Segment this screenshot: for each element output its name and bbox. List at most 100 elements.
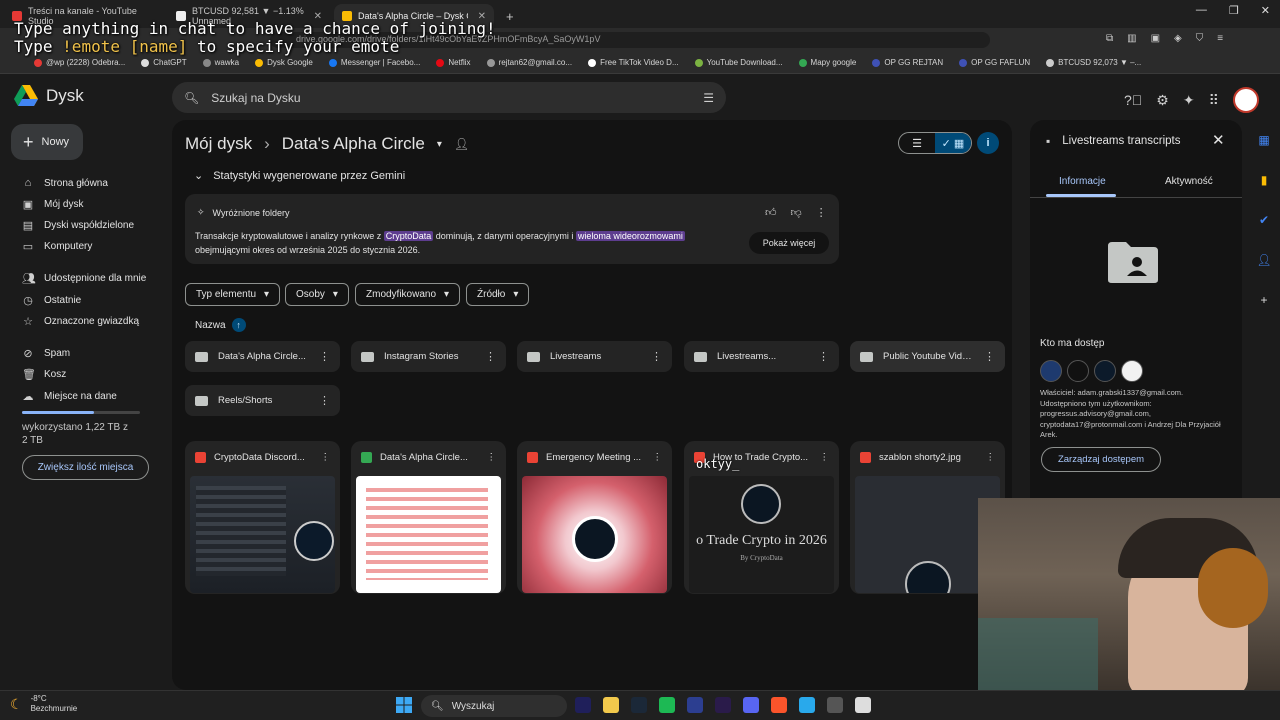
apps-grid-icon[interactable]: ⠿ — [1209, 92, 1219, 109]
help-icon[interactable]: ?⃝ — [1124, 92, 1142, 108]
breadcrumb-current-folder[interactable]: Data's Alpha Circle — [282, 134, 425, 154]
sidebar-icon[interactable]: ▥ — [1127, 33, 1136, 44]
nav-trash[interactable]: 🗑︎ Kosz — [22, 368, 66, 381]
maximize-icon[interactable]: ❐ — [1229, 4, 1239, 17]
bookmark[interactable]: BTCUSD 92,073 ▼ –... — [1046, 58, 1141, 67]
bookmark[interactable]: Netflix — [436, 58, 471, 67]
brave-icon[interactable] — [771, 697, 787, 713]
menu-icon[interactable]: ≡ — [1217, 33, 1223, 44]
premiere-icon[interactable] — [715, 697, 731, 713]
file-card[interactable]: How to Trade Crypto... ⋮ o Trade Crypto i… — [684, 441, 839, 594]
settings-icon[interactable]: ⚙ — [1156, 92, 1169, 109]
more-vert-icon[interactable]: ⋮ — [816, 206, 827, 219]
nav-starred[interactable]: ☆ Oznaczone gwiazdką — [22, 315, 139, 328]
search-input[interactable]: Szukaj na Dysku — [211, 91, 300, 105]
search-options-icon[interactable]: ☰ — [703, 91, 714, 105]
thumbs-down-icon[interactable]: 👎︎ — [791, 206, 802, 219]
bookmark[interactable]: ChatGPT — [141, 58, 187, 67]
nav-my-drive[interactable]: ▣ Mój dysk — [22, 198, 84, 211]
sort-by-name[interactable]: Nazwa ↑ — [195, 318, 246, 332]
avatar[interactable] — [1040, 360, 1062, 382]
search-box[interactable]: 🔍︎ Szukaj na Dysku ☰ — [172, 82, 726, 113]
folder-item[interactable]: Data's Alpha Circle... ⋮ — [185, 341, 340, 372]
wallet-icon[interactable]: ▣ — [1151, 33, 1160, 44]
weather-widget[interactable]: ☾ -8°C Bezchmurnie — [10, 694, 77, 714]
bookmark[interactable]: rejtan62@gmail.co... — [486, 58, 572, 67]
close-icon[interactable]: ✕ — [1212, 131, 1225, 149]
bookmark[interactable]: OP GG REJTAN — [872, 58, 943, 67]
discord-icon[interactable] — [743, 697, 759, 713]
thumbs-up-icon[interactable]: 👍︎ — [765, 206, 777, 219]
bookmark[interactable]: OP GG FAFLUN — [959, 58, 1030, 67]
list-view-icon[interactable]: ☰ — [899, 133, 935, 153]
nav-shared-with-me[interactable]: 👥︎ Udostępnione dla mnie — [22, 272, 146, 285]
get-more-storage-button[interactable]: Zwiększ ilość miejsca — [22, 455, 149, 480]
file-card[interactable]: Data's Alpha Circle... ⋮ — [351, 441, 506, 594]
show-more-button[interactable]: Pokaż więcej — [749, 232, 829, 254]
gemini-icon[interactable]: ✦ — [1183, 92, 1195, 109]
new-tab-button[interactable]: + — [498, 4, 518, 28]
manage-access-button[interactable]: Zarządzaj dostępem — [1041, 447, 1161, 472]
arrow-up-icon[interactable]: ↑ — [231, 318, 246, 332]
bookmark[interactable]: YouTube Download... — [694, 58, 783, 67]
contacts-icon[interactable]: 👤︎ — [1256, 253, 1271, 267]
app-icon[interactable] — [855, 697, 871, 713]
nav-recent[interactable]: ◷ Ostatnie — [22, 294, 81, 307]
avatar[interactable] — [1067, 360, 1089, 382]
file-explorer-icon[interactable] — [603, 697, 619, 713]
file-card[interactable]: CryptoData Discord... ⋮ — [185, 441, 340, 594]
folder-item[interactable]: Livestreams ⋮ — [517, 341, 672, 372]
bookmark[interactable]: @wp (2228) Odebra... — [34, 58, 125, 67]
folder-icon — [361, 351, 374, 362]
app-icon[interactable] — [827, 697, 843, 713]
telegram-icon[interactable] — [799, 697, 815, 713]
nav-spam[interactable]: ⊘ Spam — [22, 347, 70, 360]
bookmark[interactable]: Messenger | Facebo... — [328, 58, 420, 67]
file-card[interactable]: Emergency Meeting ... ⋮ — [517, 441, 672, 594]
shield-icon[interactable]: ⛉ — [1196, 33, 1204, 44]
windows-start-icon[interactable] — [396, 697, 412, 713]
photoshop-icon[interactable] — [687, 697, 703, 713]
tab-activity[interactable]: Aktywność — [1165, 176, 1213, 187]
avatar[interactable] — [1094, 360, 1116, 382]
bookmark[interactable]: Free TikTok Video D... — [588, 58, 679, 67]
avatar[interactable] — [1121, 360, 1143, 382]
grid-view-icon[interactable]: ✓ ▦ — [935, 133, 971, 153]
after-effects-icon[interactable] — [575, 697, 591, 713]
minimize-icon[interactable]: — — [1196, 4, 1207, 17]
folder-item[interactable]: Instagram Stories ⋮ — [351, 341, 506, 372]
filter-type[interactable]: Typ elementu ▾ — [185, 283, 281, 306]
steam-icon[interactable] — [631, 697, 647, 713]
calendar-icon[interactable]: ▦ — [1258, 133, 1269, 147]
folder-item[interactable]: Public Youtube Videos ⋮ — [850, 341, 1005, 372]
filter-modified[interactable]: Zmodyfikowano ▾ — [355, 283, 461, 306]
nav-home[interactable]: ⌂ Strona główna — [22, 177, 108, 189]
more-vert-icon: ⋮ — [818, 351, 829, 363]
tab-info[interactable]: Informacje — [1059, 176, 1106, 187]
nav-shared-drives[interactable]: ▤ Dyski współdzielone — [22, 219, 134, 232]
new-button[interactable]: + Nowy — [11, 124, 83, 160]
filter-source[interactable]: Źródło ▾ — [466, 283, 530, 306]
bookmark[interactable]: wawka — [202, 58, 239, 67]
bookmark[interactable]: Mapy google — [798, 58, 856, 67]
filter-people[interactable]: Osoby ▾ — [285, 283, 349, 306]
caret-down-icon[interactable]: ▾ — [437, 139, 442, 150]
folder-item[interactable]: Livestreams... ⋮ — [684, 341, 839, 372]
folder-item[interactable]: Reels/Shorts ⋮ — [185, 385, 340, 416]
drive-logo[interactable]: Dysk — [14, 85, 84, 107]
extensions-icon[interactable]: ⧉ — [1106, 33, 1113, 44]
shared-people-icon[interactable]: 👤︎ — [454, 137, 469, 151]
close-window-icon[interactable]: ✕ — [1261, 4, 1270, 17]
info-icon[interactable]: i — [977, 132, 999, 154]
gemini-insights-header[interactable]: ⌄ Statystyki wygenerowane przez Gemini — [194, 169, 405, 183]
nav-storage[interactable]: ☁ Miejsce na dane — [22, 390, 117, 403]
nav-computers[interactable]: ▭ Komputery — [22, 240, 93, 253]
tasks-icon[interactable]: ✔ — [1259, 213, 1269, 227]
taskbar-search[interactable]: 🔍︎ Wyszukaj — [421, 695, 567, 717]
breadcrumb-my-drive[interactable]: Mój dysk — [185, 134, 252, 154]
bookmark[interactable]: Dysk Google — [255, 58, 313, 67]
vpn-icon[interactable]: ◈ — [1174, 33, 1182, 44]
app-icon[interactable] — [659, 697, 675, 713]
add-app-icon[interactable]: + — [1260, 293, 1267, 307]
keep-icon[interactable]: ▮ — [1261, 173, 1268, 187]
